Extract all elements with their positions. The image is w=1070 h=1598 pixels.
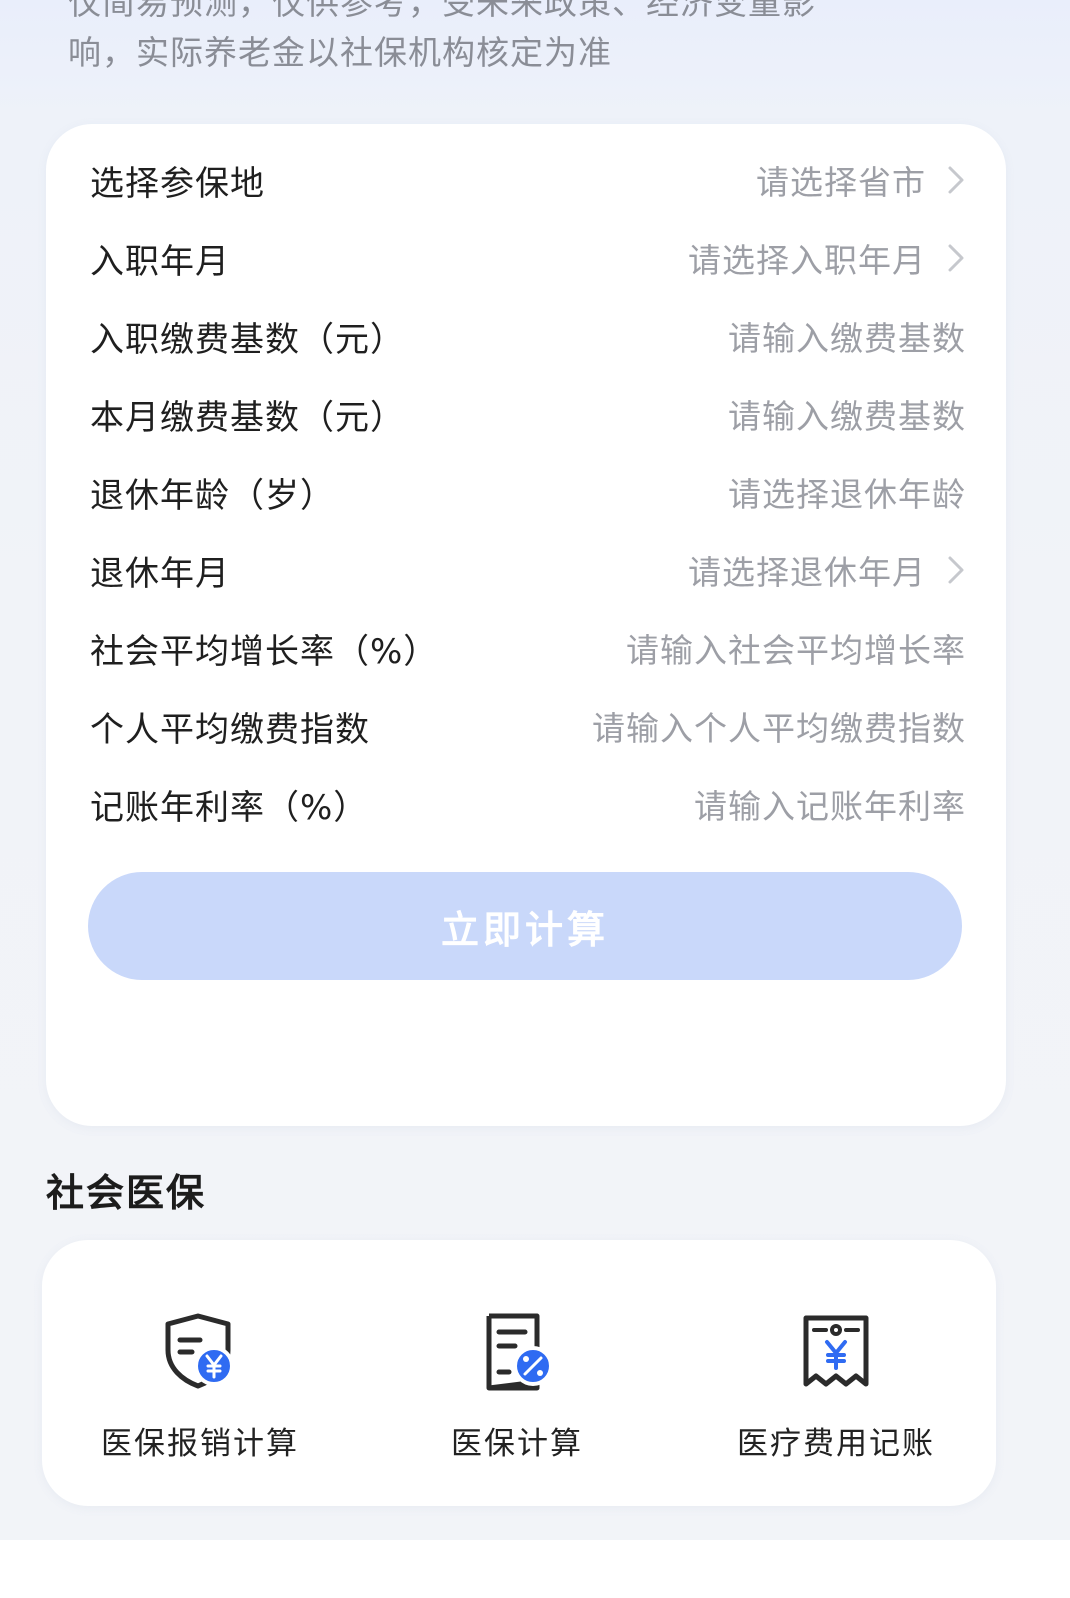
form-row-label: 入职年月 xyxy=(90,241,230,282)
medical-tools-card: 医保报销计算 医保计算 医疗费用记账 xyxy=(42,1240,996,1506)
pension-calculator-card: 选择参保地 请选择省市 入职年月 请选择入职年月 入职缴费基数（元） 请输入缴费… xyxy=(46,124,1006,1126)
tool-label: 医保报销计算 xyxy=(101,1426,299,1462)
form-row-placeholder: 请选择退休年月 xyxy=(688,553,926,592)
form-row-retirement-date[interactable]: 退休年月 请选择退休年月 xyxy=(90,542,966,598)
disclaimer-line-2: 响，实际养老金以社保机构核定为准 xyxy=(68,33,612,72)
hire-date-picker[interactable]: 请选择入职年月 xyxy=(688,234,966,282)
current-contribution-base-input[interactable]: 请输入缴费基数 xyxy=(728,390,966,438)
initial-contribution-base-input[interactable]: 请输入缴费基数 xyxy=(728,312,966,360)
form-row-placeholder: 请输入社会平均增长率 xyxy=(626,631,966,670)
chevron-right-icon xyxy=(926,164,966,196)
form-row-initial-contribution-base[interactable]: 入职缴费基数（元） 请输入缴费基数 xyxy=(90,308,966,364)
document-percent-icon xyxy=(475,1310,559,1394)
tool-medical-expense-ledger[interactable]: 医疗费用记账 xyxy=(686,1310,986,1463)
shield-yuan-icon xyxy=(158,1310,242,1394)
social-growth-rate-input[interactable]: 请输入社会平均增长率 xyxy=(626,624,966,672)
form-row-placeholder: 请输入记账年利率 xyxy=(694,787,966,826)
section-title-social-medical: 社会医保 xyxy=(46,1171,207,1215)
tool-label: 医疗费用记账 xyxy=(737,1426,935,1462)
form-row-label: 本月缴费基数（元） xyxy=(90,397,405,438)
form-row-insured-location[interactable]: 选择参保地 请选择省市 xyxy=(90,152,966,208)
tool-medical-reimbursement-calc[interactable]: 医保报销计算 xyxy=(50,1310,350,1463)
form-row-placeholder: 请输入缴费基数 xyxy=(728,319,966,358)
form-row-social-growth-rate[interactable]: 社会平均增长率（%） 请输入社会平均增长率 xyxy=(90,620,966,676)
form-row-placeholder: 请选择入职年月 xyxy=(688,241,926,280)
form-row-placeholder: 请选择退休年龄 xyxy=(728,475,966,514)
form-row-hire-date[interactable]: 入职年月 请选择入职年月 xyxy=(90,230,966,286)
retirement-date-picker[interactable]: 请选择退休年月 xyxy=(688,546,966,594)
chevron-right-icon xyxy=(926,242,966,274)
form-row-placeholder: 请输入个人平均缴费指数 xyxy=(592,709,966,748)
form-row-current-contribution-base[interactable]: 本月缴费基数（元） 请输入缴费基数 xyxy=(90,386,966,442)
form-row-retirement-age[interactable]: 退休年龄（岁） 请选择退休年龄 xyxy=(90,464,966,520)
tool-label: 医保计算 xyxy=(451,1426,583,1462)
form-row-label: 选择参保地 xyxy=(90,163,265,204)
chevron-right-icon xyxy=(926,554,966,586)
tool-medical-insurance-calc[interactable]: 医保计算 xyxy=(367,1310,667,1463)
form-row-label: 记账年利率（%） xyxy=(90,787,369,828)
form-row-placeholder: 请输入缴费基数 xyxy=(728,397,966,436)
form-row-label: 社会平均增长率（%） xyxy=(90,631,439,672)
form-row-personal-contribution-index[interactable]: 个人平均缴费指数 请输入个人平均缴费指数 xyxy=(90,698,966,754)
location-picker[interactable]: 请选择省市 xyxy=(756,156,966,204)
form-row-label: 退休年龄（岁） xyxy=(90,475,335,516)
calculate-now-button[interactable]: 立即计算 xyxy=(88,872,962,980)
form-row-placeholder: 请选择省市 xyxy=(756,163,926,202)
account-interest-rate-input[interactable]: 请输入记账年利率 xyxy=(694,780,966,828)
form-row-label: 入职缴费基数（元） xyxy=(90,319,405,360)
form-row-account-interest-rate[interactable]: 记账年利率（%） 请输入记账年利率 xyxy=(90,776,966,832)
disclaimer-line-1: 仅简易预测，仅供参考，受未来政策、经济变量影 xyxy=(68,0,816,22)
retirement-age-picker[interactable]: 请选择退休年龄 xyxy=(728,468,966,516)
disclaimer-text: 仅简易预测，仅供参考，受未来政策、经济变量影 响，实际养老金以社保机构核定为准 xyxy=(68,0,968,78)
form-row-label: 个人平均缴费指数 xyxy=(90,709,370,750)
personal-contribution-index-input[interactable]: 请输入个人平均缴费指数 xyxy=(592,702,966,750)
receipt-yuan-icon xyxy=(794,1310,878,1394)
bottom-safe-area xyxy=(0,1540,1070,1598)
form-row-label: 退休年月 xyxy=(90,553,230,594)
